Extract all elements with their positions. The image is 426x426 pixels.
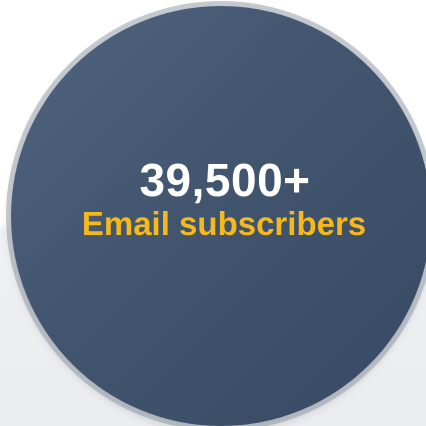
- subscriber-label: Email subscribers: [81, 205, 367, 242]
- stat-text: 39,500+ Email subscribers: [0, 154, 426, 244]
- subscriber-count: 39,500+: [139, 154, 311, 206]
